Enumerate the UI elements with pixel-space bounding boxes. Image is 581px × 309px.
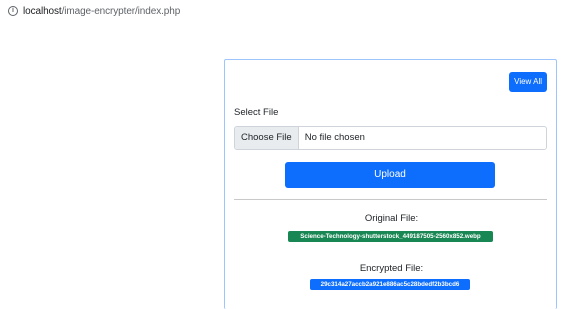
view-all-button[interactable]: View All — [509, 72, 547, 92]
original-file-badge[interactable]: Science-Technology-shutterstock_44918750… — [288, 231, 493, 242]
encrypted-file-label: Encrypted File: — [359, 263, 424, 274]
upload-card: View All Select File Choose File No file… — [224, 59, 557, 309]
file-input[interactable]: Choose File No file chosen — [234, 126, 547, 150]
upload-button[interactable]: Upload — [285, 162, 495, 188]
choose-file-button[interactable]: Choose File — [235, 127, 299, 149]
original-file-label: Original File: — [364, 213, 419, 224]
encrypted-file-badge[interactable]: 29c314a27accb2a921e886ac5c28bdedf2b3bcd6 — [310, 279, 470, 290]
url-path: /image-encrypter/index.php — [61, 5, 181, 17]
divider — [234, 199, 547, 200]
info-icon[interactable]: i — [8, 6, 18, 16]
select-file-label: Select File — [234, 107, 279, 118]
address-bar[interactable]: i localhost/image-encrypter/index.php — [0, 0, 581, 22]
url-host: localhost — [23, 5, 62, 17]
url-text[interactable]: localhost/image-encrypter/index.php — [23, 6, 180, 17]
file-status-text: No file chosen — [304, 132, 365, 143]
